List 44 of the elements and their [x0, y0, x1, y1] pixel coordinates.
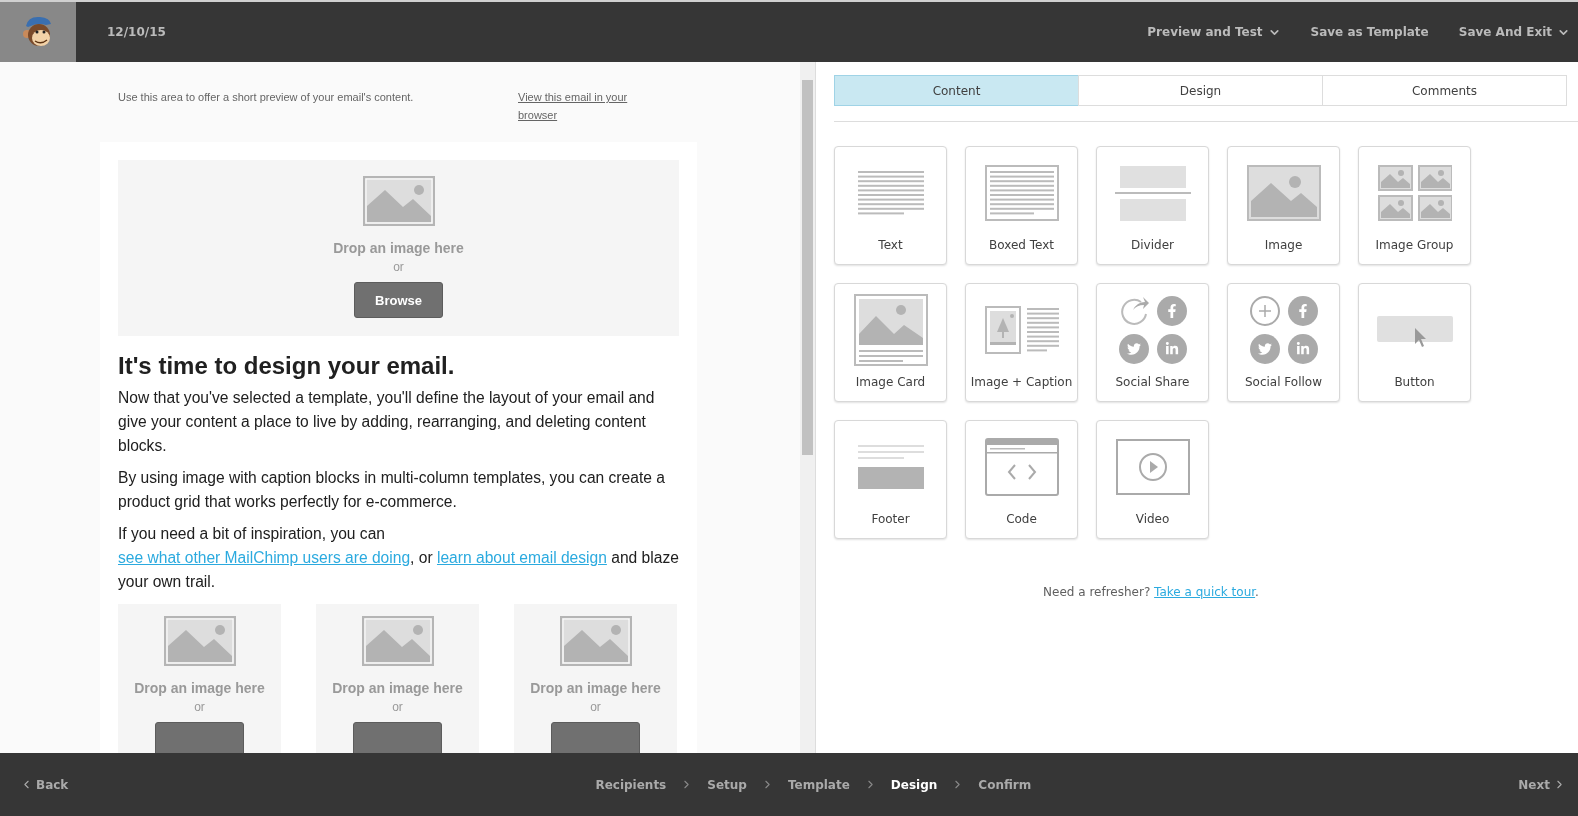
panel-tab[interactable]: Content: [834, 75, 1079, 106]
panel-tab[interactable]: Comments: [1322, 75, 1567, 106]
or-text: or: [393, 260, 404, 274]
dropdown-button[interactable]: Save And Exit: [1458, 21, 1570, 43]
drop-prompt: Drop an image here: [134, 680, 265, 696]
browse-button[interactable]: Browse: [354, 282, 443, 318]
content-block-tile[interactable]: Code: [965, 420, 1078, 539]
body-paragraph: Now that you've selected a template, you'll define the layout of your email and give your content a place to live by adding, rearranging, and deleting content blocks.: [118, 388, 656, 456]
toolbar-button[interactable]: Save as Template: [1310, 21, 1429, 43]
content-block-tile[interactable]: Text: [834, 146, 947, 265]
content-block-tile[interactable]: Image + Caption: [965, 283, 1078, 402]
drop-prompt: Drop an image here: [530, 680, 661, 696]
or-text: or: [590, 700, 601, 714]
dropdown-button[interactable]: Preview and Test: [1147, 21, 1281, 43]
step-link[interactable]: Recipients: [595, 773, 667, 796]
email-heading: It's time to design your email.: [118, 352, 456, 380]
or-text: or: [392, 700, 403, 714]
step-link[interactable]: Confirm: [978, 773, 1032, 796]
preheader-text: Use this area to offer a short preview of your email's content.: [118, 90, 415, 105]
drop-prompt: Drop an image here: [333, 240, 464, 256]
content-block-tile[interactable]: Image Card: [834, 283, 947, 402]
back-button[interactable]: Back: [20, 773, 69, 796]
content-block-tile[interactable]: Video: [1096, 420, 1209, 539]
content-block-tile[interactable]: Social Follow: [1227, 283, 1340, 402]
next-button[interactable]: Next: [1518, 773, 1566, 796]
body-paragraph: By using image with caption blocks in multi-column templates, you can create a product grid that works perfectly for e-commerce.: [118, 468, 666, 512]
content-block-tile[interactable]: Boxed Text: [965, 146, 1078, 265]
step-link[interactable]: Design: [890, 773, 938, 796]
content-block-tile[interactable]: Image Group: [1358, 146, 1471, 265]
content-block-tile[interactable]: Social Share: [1096, 283, 1209, 402]
content-block-tile[interactable]: Button: [1358, 283, 1471, 402]
image-drop-zone[interactable]: Drop an image here or Browse: [118, 160, 679, 336]
drop-prompt: Drop an image here: [332, 680, 463, 696]
or-text: or: [194, 700, 205, 714]
content-block-tile[interactable]: Divider: [1096, 146, 1209, 265]
refresher-text: Need a refresher? Take a quick tour.: [1042, 585, 1260, 599]
campaign-date: 12/10/15: [107, 25, 167, 39]
content-block-tile[interactable]: Image: [1227, 146, 1340, 265]
browser-view-link[interactable]: View this email in your browser: [518, 88, 648, 124]
step-link[interactable]: Template: [787, 773, 850, 796]
step-link[interactable]: Setup: [707, 773, 747, 796]
panel-tab[interactable]: Design: [1078, 75, 1323, 106]
body-paragraph: If you need a bit of inspiration, you can see what other MailChimp users are doing, or learn about email design and blaze your own trail.: [118, 524, 679, 592]
content-block-tile[interactable]: Footer: [834, 420, 947, 539]
